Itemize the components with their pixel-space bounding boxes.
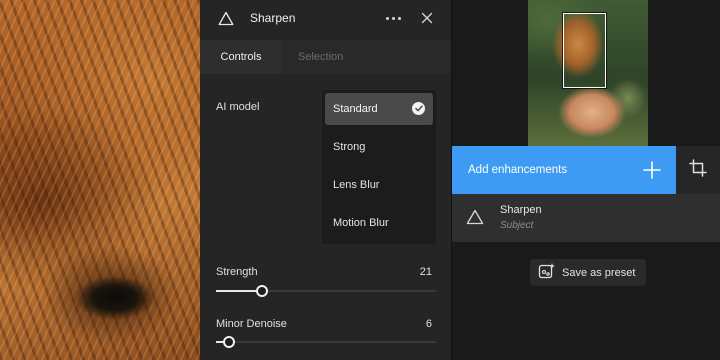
ai-model-option-strong[interactable]: Strong xyxy=(325,131,433,163)
triangle-icon xyxy=(466,209,484,230)
strength-label: Strength xyxy=(216,266,258,278)
check-circle-icon xyxy=(412,102,425,115)
strength-value: 21 xyxy=(419,266,432,278)
panel-tabs: Controls Selection xyxy=(200,40,451,74)
layer-subtitle: Subject xyxy=(500,220,534,231)
crop-icon xyxy=(689,158,707,182)
tab-selection[interactable]: Selection xyxy=(282,40,451,74)
minor-denoise-value: 6 xyxy=(425,318,432,330)
ai-model-option-lens-blur[interactable]: Lens Blur xyxy=(325,169,433,201)
slider-track xyxy=(216,341,436,343)
slider-knob[interactable] xyxy=(223,336,235,348)
navigator-thumbnail[interactable] xyxy=(528,0,648,146)
right-sidebar: Add enhancements Sharpen Subject Save as… xyxy=(452,0,720,360)
enhancement-layer-sharpen[interactable]: Sharpen Subject xyxy=(452,194,720,242)
save-as-preset-label: Save as preset xyxy=(562,266,636,279)
minor-denoise-slider[interactable] xyxy=(216,336,436,348)
ai-model-label: AI model xyxy=(216,101,260,113)
more-dots-icon[interactable] xyxy=(383,8,403,28)
close-icon[interactable] xyxy=(417,8,437,28)
crop-button[interactable] xyxy=(676,146,720,194)
option-label: Standard xyxy=(333,103,378,115)
save-as-preset-button[interactable]: Save as preset xyxy=(530,259,646,286)
strength-slider[interactable] xyxy=(216,285,436,297)
layer-title: Sharpen xyxy=(500,204,542,216)
slider-knob[interactable] xyxy=(256,285,268,297)
viewport-selection-box[interactable] xyxy=(563,13,606,88)
tab-controls[interactable]: Controls xyxy=(200,40,282,74)
plus-icon xyxy=(642,160,662,180)
panel-title: Sharpen xyxy=(250,11,296,25)
triangle-icon xyxy=(216,8,236,28)
preset-sparkle-icon xyxy=(538,262,556,283)
minor-denoise-label: Minor Denoise xyxy=(216,318,287,330)
add-enhancements-button[interactable]: Add enhancements xyxy=(452,146,676,194)
image-canvas[interactable] xyxy=(0,0,200,360)
ai-model-option-standard[interactable]: Standard xyxy=(325,93,433,125)
add-enhancements-label: Add enhancements xyxy=(468,164,568,176)
ai-model-dropdown[interactable]: Standard Strong Lens Blur Motion Blur xyxy=(322,90,436,244)
panel-header: Sharpen xyxy=(200,0,451,36)
ai-model-option-motion-blur[interactable]: Motion Blur xyxy=(325,207,433,239)
